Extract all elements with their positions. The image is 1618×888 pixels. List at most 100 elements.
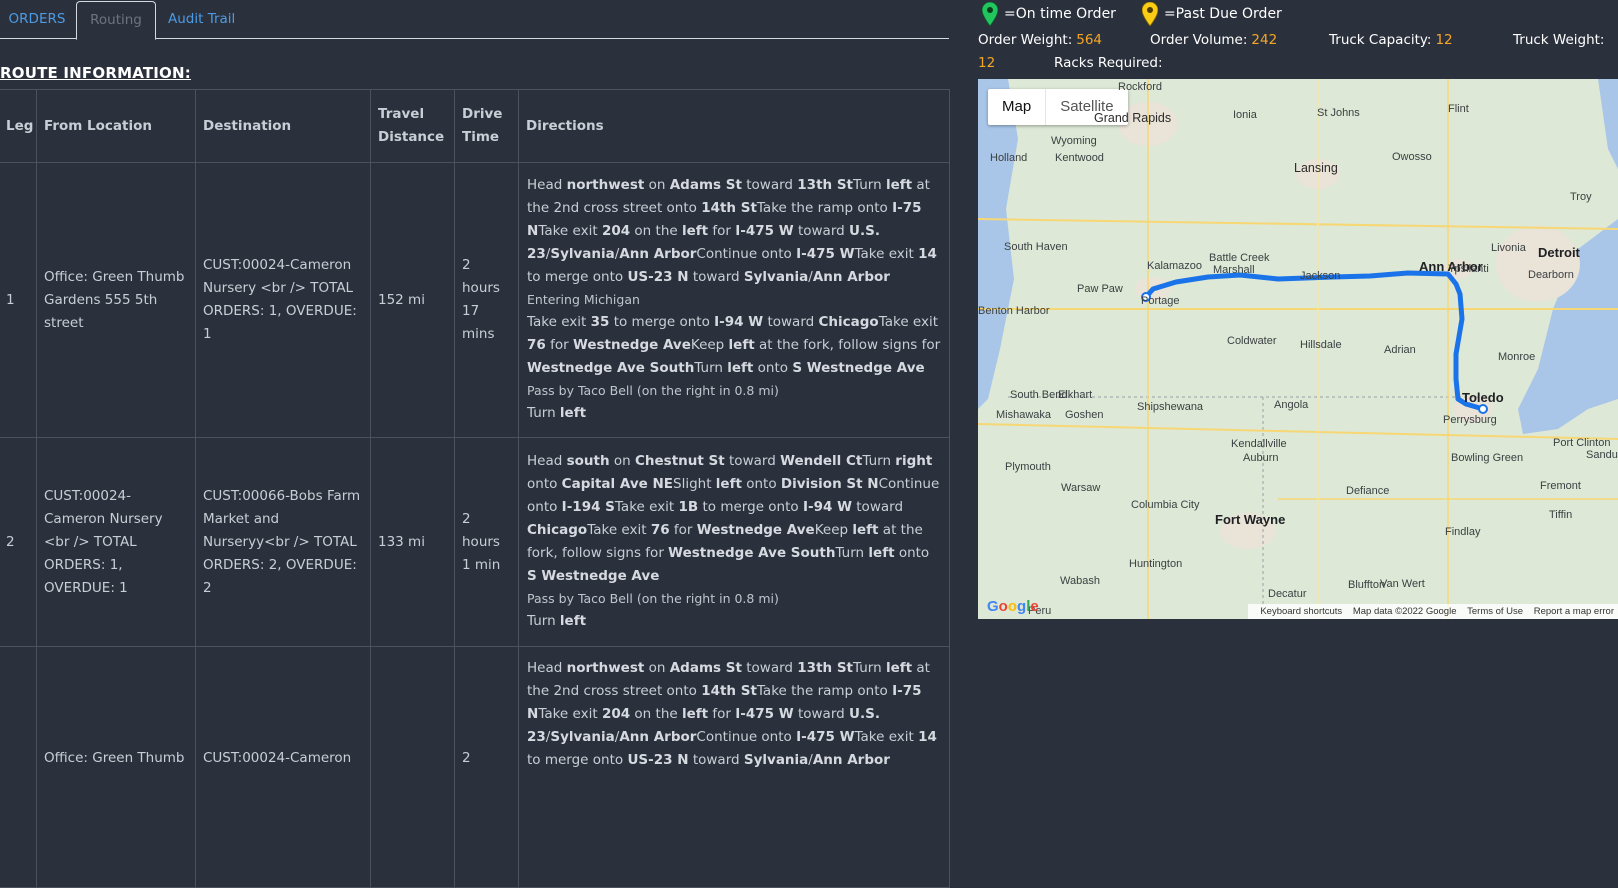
city-label: Auburn [1243, 452, 1279, 464]
directions-note: Entering Michigan [527, 291, 640, 307]
city-label: Benton Harbor [978, 305, 1050, 317]
map-legend: =On time Order =Past Due Order [982, 0, 1308, 28]
on-time-legend-label: =On time Order [1004, 6, 1116, 22]
drive-time-cell: 2 hours 1 min [454, 437, 519, 647]
city-label: Shipshewana [1137, 401, 1204, 413]
route-table: Leg From Location Destination Travel Dis… [0, 89, 950, 888]
tab-orders[interactable]: ORDERS [6, 1, 68, 37]
green-pin-icon [982, 2, 998, 26]
city-label: Huntington [1129, 558, 1183, 570]
keyboard-shortcuts-link[interactable]: Keyboard shortcuts [1260, 606, 1342, 617]
city-label: Paw Paw [1077, 283, 1123, 295]
city-label: Mishawaka [996, 409, 1052, 421]
city-label: Plymouth [1005, 461, 1051, 473]
truck-weight-value-row: 12 [978, 55, 995, 71]
table-row: 2 CUST:00024-Cameron Nursery <br /> TOTA… [0, 437, 950, 647]
city-label: Decatur [1268, 588, 1307, 600]
col-distance-header: Travel Distance [370, 89, 455, 163]
city-label: Port Clinton [1553, 437, 1611, 449]
truck-weight-value: 12 [978, 55, 996, 71]
city-label: Kentwood [1055, 152, 1104, 164]
order-weight-label: Order Weight: [978, 32, 1073, 48]
truck-capacity-label: Truck Capacity: [1329, 32, 1432, 48]
directions-text: Head northwest on Adams St toward 13th S… [527, 660, 937, 768]
destination-cell: CUST:00024-Cameron [195, 646, 371, 888]
directions-cell: Head south on Chestnut St toward Wendell… [518, 437, 950, 647]
directions-cell: Head northwest on Adams St toward 13th S… [518, 646, 950, 888]
truck-weight: Truck Weight: [1513, 32, 1604, 48]
table-row: Office: Green Thumb CUST:00024-Cameron 2… [0, 646, 950, 888]
google-logo: Google [987, 598, 1039, 615]
destination-cell: CUST:00066-Bobs Farm Market and Nurseryy… [195, 437, 371, 647]
city-label: Monroe [1498, 351, 1536, 363]
city-label: Wabash [1060, 575, 1100, 587]
drive-time-cell: 2 hours 17 mins [454, 162, 519, 438]
directions-text: Head northwest on Adams St toward 13th S… [527, 176, 937, 285]
tab-routing[interactable]: Routing [76, 1, 156, 40]
directions-note: Pass by Taco Bell (on the right in 0.8 m… [527, 382, 779, 398]
distance-cell: 152 mi [370, 162, 455, 438]
city-label: Hillsdale [1300, 339, 1342, 351]
tab-audit-trail[interactable]: Audit Trail [168, 1, 235, 37]
tab-bar: ORDERS Routing Audit Trail [0, 0, 949, 40]
city-label: Rockford [1118, 81, 1163, 93]
city-label: Coldwater [1227, 335, 1277, 347]
directions-final: Turn left [527, 612, 587, 629]
city-label: Tiffin [1549, 509, 1573, 521]
city-label: Jackson [1300, 270, 1341, 282]
city-label: Owosso [1392, 151, 1432, 163]
terms-of-use-link[interactable]: Terms of Use [1467, 606, 1523, 617]
city-label: Columbia City [1131, 499, 1200, 511]
directions-final: Turn left [527, 404, 587, 421]
order-weight-value: 564 [1076, 32, 1103, 48]
city-label: Portage [1141, 295, 1180, 307]
route-map[interactable]: Map Satellite Grand Rapids Lansing Flint… [978, 79, 1618, 619]
city-label: Findlay [1445, 526, 1481, 538]
from-cell: Office: Green Thumb Gardens 555 5th stre… [36, 162, 196, 438]
route-information-title: ROUTE INFORMATION: [0, 64, 191, 82]
directions-text: Take exit 35 to merge onto I-94 W toward… [527, 313, 941, 376]
directions-text: Head south on Chestnut St toward Wendell… [527, 452, 940, 584]
city-label: Angola [1274, 399, 1309, 411]
city-label: St Johns [1317, 107, 1360, 119]
report-map-error-link[interactable]: Report a map error [1534, 606, 1614, 617]
city-label: Marshall [1213, 264, 1255, 276]
leg-cell: 1 [0, 162, 37, 438]
from-cell: CUST:00024-Cameron Nursery <br /> TOTAL … [36, 437, 196, 647]
directions-note: Pass by Taco Bell (on the right in 0.8 m… [527, 590, 779, 606]
drive-time-cell: 2 [454, 646, 519, 888]
city-label: Van Wert [1380, 578, 1425, 590]
city-label: Defiance [1346, 485, 1390, 497]
col-from-header: From Location [36, 89, 196, 163]
city-label: Perrysburg [1443, 414, 1497, 426]
table-header-row: Leg From Location Destination Travel Dis… [0, 89, 950, 163]
truck-capacity-value: 12 [1435, 32, 1453, 48]
order-volume-value: 242 [1251, 32, 1278, 48]
city-label: Toledo [1462, 390, 1504, 405]
city-label: Holland [990, 152, 1028, 164]
order-volume-label: Order Volume: [1150, 32, 1248, 48]
city-label: Ypsilanti [1448, 263, 1489, 275]
order-weight: Order Weight: 564 [978, 32, 1102, 48]
city-label: Kalamazoo [1147, 260, 1203, 272]
col-directions-header: Directions [518, 89, 950, 163]
map-view-button[interactable]: Map [988, 89, 1045, 125]
map-footer: Keyboard shortcuts Map data ©2022 Google… [1248, 604, 1618, 619]
city-label: Bowling Green [1451, 452, 1524, 464]
directions-cell: Head northwest on Adams St toward 13th S… [518, 162, 950, 438]
truck-capacity: Truck Capacity: 12 [1329, 32, 1453, 48]
city-label: Goshen [1065, 409, 1104, 421]
col-destination-header: Destination [195, 89, 371, 163]
city-label: South Haven [1004, 241, 1068, 253]
city-label: Warsaw [1061, 482, 1101, 494]
city-label: Flint [1448, 103, 1469, 115]
table-row: 1 Office: Green Thumb Gardens 555 5th st… [0, 162, 950, 438]
destination-cell: CUST:00024-Cameron Nursery <br /> TOTAL … [195, 162, 371, 438]
city-label: Lansing [1294, 161, 1338, 175]
map-data-credit: Map data ©2022 Google [1352, 606, 1457, 617]
yellow-pin-icon [1141, 2, 1158, 26]
city-label: Grand Rapids [1094, 111, 1172, 125]
city-label: Elkhart [1058, 389, 1093, 401]
leg-cell [0, 646, 37, 888]
distance-cell [370, 646, 455, 888]
